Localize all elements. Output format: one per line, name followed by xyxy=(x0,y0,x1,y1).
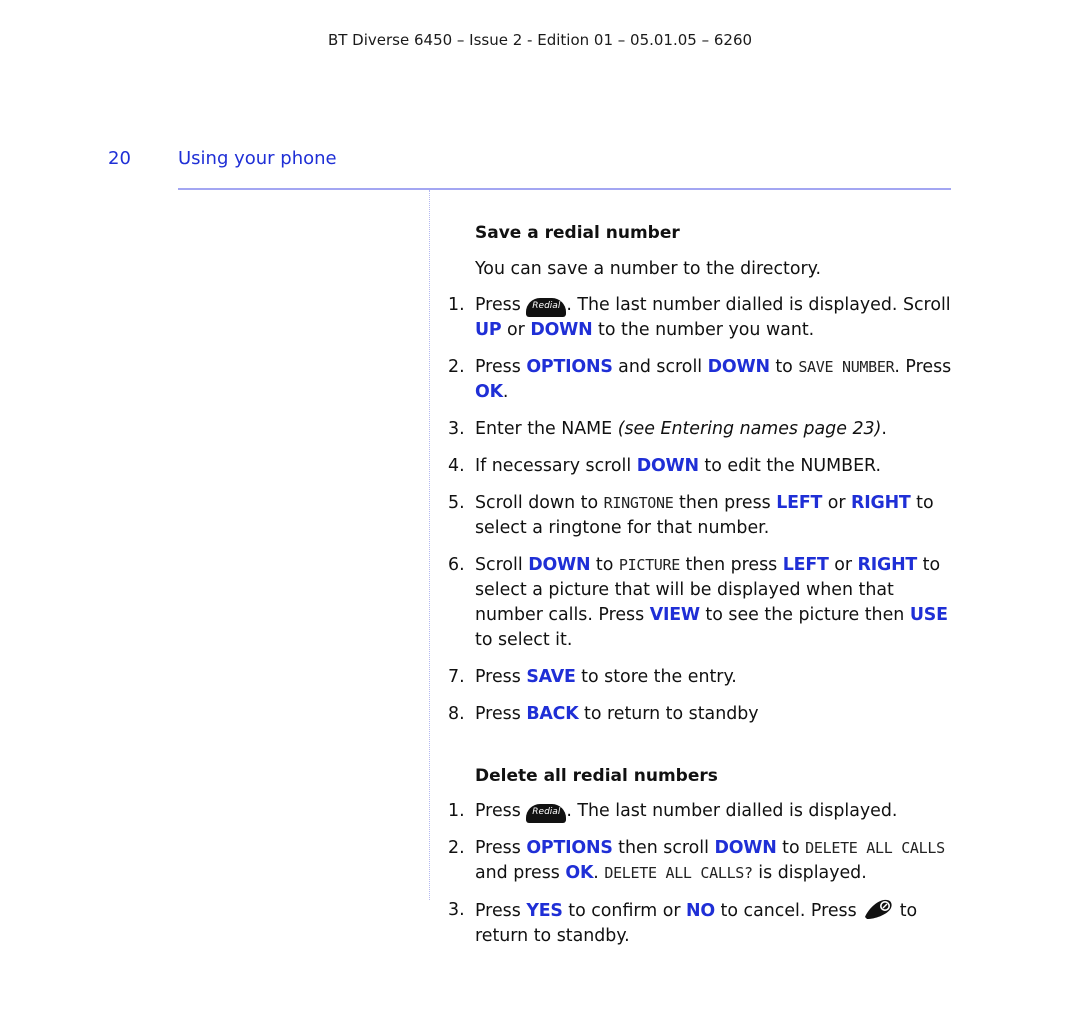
step: 2. Press OPTIONS and scroll DOWN to SAVE… xyxy=(448,357,952,402)
delete-redial-heading: Delete all redial numbers xyxy=(475,766,718,786)
step: 5. Scroll down to RINGTONE then press LE… xyxy=(448,493,934,538)
column-divider xyxy=(429,190,430,900)
save-redial-heading: Save a redial number xyxy=(475,223,680,243)
step: 2. Press OPTIONS then scroll DOWN to DEL… xyxy=(448,838,945,883)
step: 6. Scroll DOWN to PICTURE then press LEF… xyxy=(448,555,948,650)
content-column: Save a redial number You can save a numb… xyxy=(448,222,958,961)
delete-redial-steps: 1. Press Redial. The last number dialled… xyxy=(448,799,958,949)
step: 4. If necessary scroll DOWN to edit the … xyxy=(448,456,882,476)
step: 3. Enter the NAME (see Entering names pa… xyxy=(448,419,887,439)
document-header: BT Diverse 6450 – Issue 2 - Edition 01 –… xyxy=(327,31,753,49)
step: 8. Press BACK to return to standby xyxy=(448,704,759,724)
page-number: 20 xyxy=(108,148,131,169)
step: 1. Press Redial. The last number dialled… xyxy=(448,801,898,823)
section-title: Using your phone xyxy=(178,148,337,169)
save-redial-steps: 1. Press Redial. The last number dialled… xyxy=(448,293,958,727)
step: 1. Press Redial. The last number dialled… xyxy=(448,295,951,340)
save-redial-intro: You can save a number to the directory. xyxy=(475,259,821,279)
step: 3. Press YES to confirm or NO to cancel.… xyxy=(448,899,918,946)
horizontal-rule xyxy=(178,188,951,190)
step: 7. Press SAVE to store the entry. xyxy=(448,667,737,687)
redial-key-icon: Redial xyxy=(526,298,567,317)
redial-key-icon: Redial xyxy=(526,804,567,823)
end-call-key-icon xyxy=(865,899,892,919)
cross-reference: (see Entering names page 23) xyxy=(617,419,882,439)
